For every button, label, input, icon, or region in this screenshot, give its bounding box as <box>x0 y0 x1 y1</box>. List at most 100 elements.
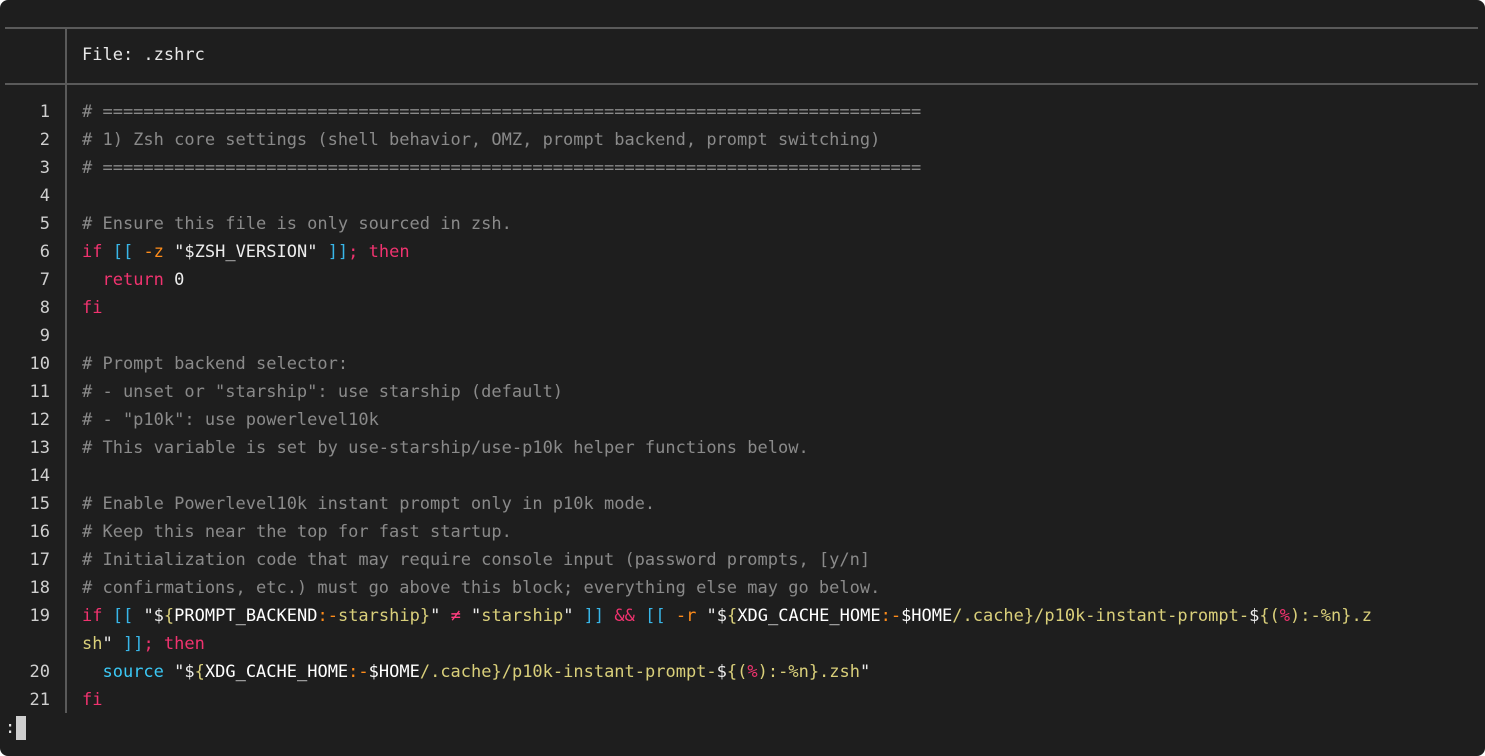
code-line: fi <box>82 686 102 714</box>
code-token: "$ <box>143 606 164 626</box>
code-token: " <box>430 606 451 626</box>
code-line: # 1) Zsh core settings (shell behavior, … <box>82 126 880 154</box>
code-line: # Keep this near the top for fast startu… <box>82 518 512 546</box>
code-line: # Prompt backend selector: <box>82 350 348 378</box>
line-number: 9 <box>39 326 50 346</box>
code-token: PROMPT_BACKEND <box>174 606 318 626</box>
file-name-label: File: .zshrc <box>82 45 205 65</box>
code-token: " <box>460 606 482 626</box>
line-number: 1 <box>39 102 50 122</box>
line-number: 11 <box>29 382 50 402</box>
line-number: 18 <box>29 578 50 598</box>
code-token: [[ <box>112 242 144 262</box>
code-token: # Enable Powerlevel10k instant prompt on… <box>82 494 656 514</box>
code-line: return 0 <box>82 266 184 294</box>
code-line: sh" ]]; then <box>82 630 205 658</box>
code-token: # ======================================… <box>82 102 922 122</box>
code-token: :- <box>317 606 338 626</box>
code-token: "$ZSH_VERSION" <box>174 242 328 262</box>
code-token: $HOME <box>368 662 420 682</box>
line-number: 8 <box>39 298 50 318</box>
code-line: # - unset or "starship": use starship (d… <box>82 378 563 406</box>
code-token: [[ <box>112 606 144 626</box>
line-number: 3 <box>39 158 50 178</box>
code-token: ; then <box>348 242 410 262</box>
code-token: fi <box>82 690 103 710</box>
code-token: " <box>102 634 123 654</box>
line-number: 15 <box>29 494 50 514</box>
code-token: # Ensure this file is only sourced in zs… <box>82 214 512 234</box>
code-line: # ======================================… <box>82 98 921 126</box>
line-number: 2 <box>39 130 50 150</box>
code-token: -r <box>675 606 707 626</box>
code-line: fi <box>82 294 102 322</box>
code-token: :- <box>880 606 902 626</box>
code-token: % <box>747 662 758 682</box>
code-token: starship <box>481 606 564 626</box>
line-number: 17 <box>29 550 50 570</box>
line-number: 4 <box>39 186 50 206</box>
code-token: source <box>102 662 175 682</box>
code-line: if [[ "${PROMPT_BACKEND:-starship}" ≠ "s… <box>82 602 1372 630</box>
line-number: 19 <box>29 606 50 626</box>
code-line: # confirmations, etc.) must go above thi… <box>82 574 880 602</box>
code-token: starship} <box>337 606 431 626</box>
code-token: fi <box>82 298 103 318</box>
code-token: # Initialization code that may require c… <box>82 550 871 570</box>
line-number: 16 <box>29 522 50 542</box>
code-token: /.cache}/p10k-instant-prompt- <box>419 662 717 682</box>
code-token: -z <box>143 242 175 262</box>
code-token: $ <box>1249 606 1260 626</box>
code-token: ; then <box>143 634 205 654</box>
code-token: # - unset or "starship": use starship (d… <box>82 382 564 402</box>
code-token: [[ <box>645 606 676 626</box>
code-token: ]] <box>583 606 615 626</box>
code-token: /.cache}/p10k-instant-prompt- <box>952 606 1250 626</box>
file-header: File: .zshrc <box>0 29 1485 83</box>
code-line: # ======================================… <box>82 154 921 182</box>
line-number: 7 <box>39 270 50 290</box>
line-number: 12 <box>29 410 50 430</box>
line-number: 6 <box>39 242 50 262</box>
code-token: 0 <box>174 270 185 290</box>
pager-prompt[interactable]: : <box>5 716 15 740</box>
code-token: $HOME <box>901 606 953 626</box>
code-token: ]] <box>327 242 349 262</box>
line-number: 10 <box>29 354 50 374</box>
code-token: ):-%n}.zsh <box>757 662 860 682</box>
code-token: { <box>163 606 175 626</box>
code-token: return <box>102 270 175 290</box>
line-number: 13 <box>29 438 50 458</box>
code-token: # 1) Zsh core settings (shell behavior, … <box>82 130 881 150</box>
code-token: " <box>860 662 871 682</box>
code-token: # Prompt backend selector: <box>82 354 349 374</box>
header-bottom-rule <box>5 83 1478 85</box>
code-token: ):-%n}.z <box>1290 606 1372 626</box>
line-number: 14 <box>29 466 50 486</box>
code-line: # This variable is set by use-starship/u… <box>82 434 809 462</box>
code-line: # Ensure this file is only sourced in zs… <box>82 210 512 238</box>
code-token: "$ <box>174 662 195 682</box>
line-number: 20 <box>29 662 50 682</box>
code-line: # - "p10k": use powerlevel10k <box>82 406 379 434</box>
code-line: # Initialization code that may require c… <box>82 546 870 574</box>
code-token: "$ <box>706 606 728 626</box>
code-token: % <box>1279 606 1291 626</box>
code-line: source "${XDG_CACHE_HOME:-$HOME/.cache}/… <box>82 658 870 686</box>
code-token: sh <box>82 634 103 654</box>
code-token: $ <box>716 662 727 682</box>
code-token: { <box>194 662 205 682</box>
line-number: 5 <box>39 214 50 234</box>
code-token: # This variable is set by use-starship/u… <box>82 438 809 458</box>
code-token: && <box>614 606 646 626</box>
code-token: { <box>727 606 738 626</box>
terminal-window: File: .zshrc 1 # ========================… <box>0 0 1485 756</box>
line-number: 21 <box>29 690 50 710</box>
code-token: if <box>82 606 113 626</box>
code-token: # Keep this near the top for fast startu… <box>82 522 512 542</box>
header-gutter-divider <box>65 29 67 83</box>
code-token: ]] <box>122 634 144 654</box>
code-line: if [[ -z "$ZSH_VERSION" ]]; then <box>82 238 410 266</box>
